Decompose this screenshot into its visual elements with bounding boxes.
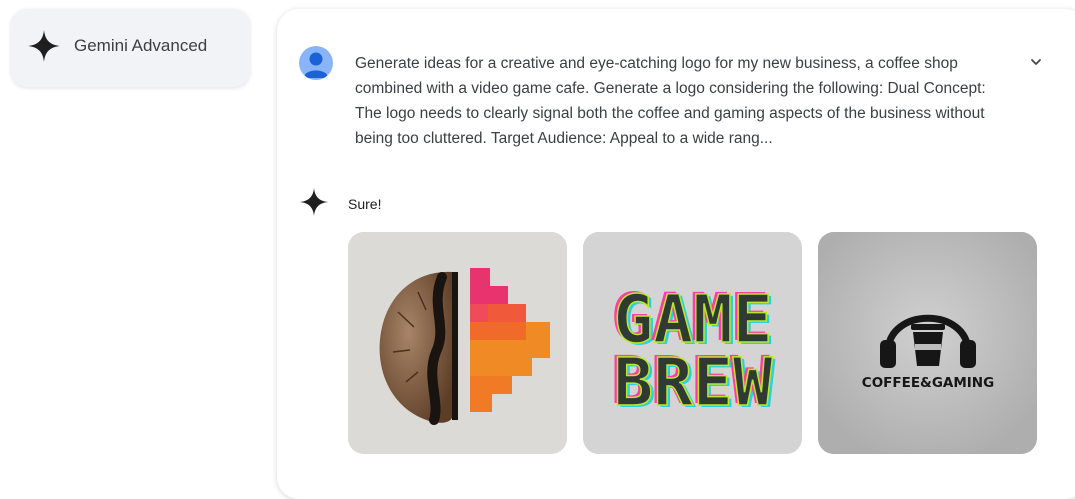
gemini-sparkle-icon xyxy=(300,188,328,221)
generated-image-3[interactable]: COFFEE&GAMING xyxy=(818,232,1037,454)
logo-text-line2: BREW xyxy=(614,344,773,421)
generated-image-1[interactable] xyxy=(348,232,567,454)
chevron-down-icon[interactable] xyxy=(1029,55,1043,69)
user-avatar-icon xyxy=(299,46,333,80)
gemini-sparkle-icon xyxy=(28,30,60,62)
generated-image-2[interactable]: GAME GAME GAME BREW BREW BREW xyxy=(583,232,802,454)
gemini-advanced-badge[interactable]: Gemini Advanced xyxy=(11,9,250,87)
reply-text: Sure! xyxy=(348,196,382,212)
badge-label: Gemini Advanced xyxy=(74,36,208,55)
coffee-gaming-text: COFFEE&GAMING xyxy=(862,375,994,391)
user-prompt-text: Generate ideas for a creative and eye-ca… xyxy=(355,55,986,147)
